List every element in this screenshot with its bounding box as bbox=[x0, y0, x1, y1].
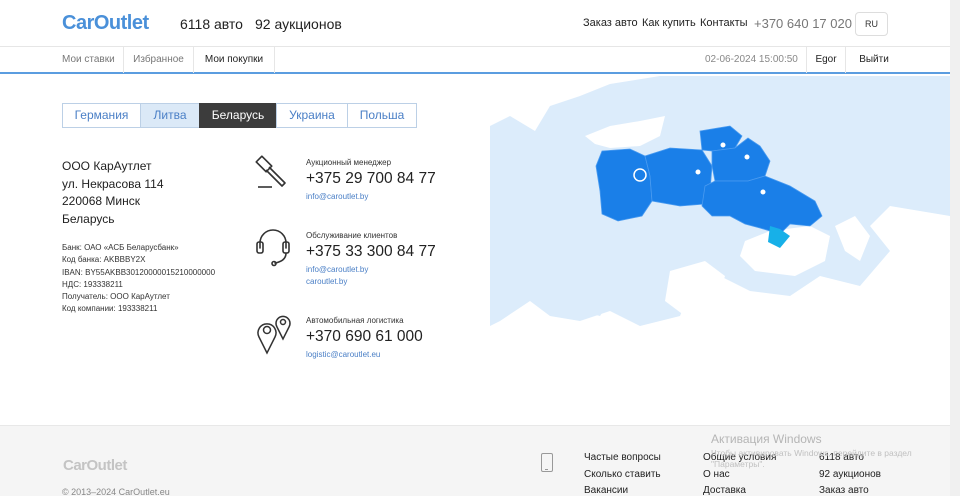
tab-lithuania[interactable]: Литва bbox=[140, 103, 200, 128]
contact-phone[interactable]: +370 690 61 000 bbox=[306, 328, 423, 346]
map-marker bbox=[695, 169, 701, 175]
contact-phone[interactable]: +375 33 300 84 77 bbox=[306, 243, 436, 261]
bank-name: Банк: ОАО «АСБ Беларусбанк» bbox=[62, 243, 179, 252]
tab-ukraine[interactable]: Украина bbox=[276, 103, 348, 128]
company-country: Беларусь bbox=[62, 211, 115, 226]
footer-link-jobs[interactable]: Вакансии bbox=[584, 485, 628, 496]
auctions-count[interactable]: 92 аукционов bbox=[255, 16, 342, 32]
footer-link-auctions[interactable]: 92 аукционов bbox=[819, 469, 881, 480]
header: CarOutlet 6118 авто 92 аукционов Заказ а… bbox=[0, 0, 960, 46]
gavel-icon bbox=[255, 155, 286, 188]
company-address: ООО КарАутлет ул. Некрасова 114 220068 М… bbox=[62, 158, 164, 228]
contact-website[interactable]: caroutlet.by bbox=[306, 277, 436, 286]
bank-recipient: Получатель: ООО КарАутлет bbox=[62, 292, 170, 302]
bank-iban: IBAN: BY55AKBB30120000015210000000 bbox=[62, 267, 216, 277]
logo[interactable]: CarOutlet bbox=[62, 12, 149, 35]
footer-link-about[interactable]: О нас bbox=[703, 469, 730, 480]
contact-phone[interactable]: +375 29 700 84 77 bbox=[306, 170, 436, 188]
map-marker bbox=[760, 189, 766, 195]
footer-link-order-car[interactable]: Заказ авто bbox=[819, 485, 869, 496]
headset-icon bbox=[256, 229, 290, 267]
footer-link-how-much-bid[interactable]: Сколько ставить bbox=[584, 469, 661, 480]
company-street: ул. Некрасова 114 bbox=[62, 176, 164, 191]
tab-poland[interactable]: Польша bbox=[347, 103, 417, 128]
tab-belarus[interactable]: Беларусь bbox=[199, 103, 277, 128]
scrollbar[interactable] bbox=[950, 0, 960, 496]
mobile-phone-icon[interactable] bbox=[541, 453, 553, 472]
contact-auction-manager: Аукционный менеджер +375 29 700 84 77 in… bbox=[306, 158, 436, 201]
nav-order-car[interactable]: Заказ авто bbox=[583, 17, 638, 29]
tab-my-bids[interactable]: Мои ставки bbox=[62, 47, 124, 73]
contact-label: Обслуживание клиентов bbox=[306, 231, 398, 240]
windows-activation-text: Чтобы активировать Windows, перейдите в … bbox=[711, 448, 912, 469]
map-pins-icon bbox=[257, 315, 291, 355]
bank-details: Банк: ОАО «АСБ Беларусбанк» Код банка: A… bbox=[62, 242, 215, 316]
header-phone[interactable]: +370 640 17 020 bbox=[754, 16, 852, 31]
contact-label: Автомобильная логистика bbox=[306, 316, 404, 325]
footer-logo[interactable]: CarOutlet bbox=[63, 457, 127, 474]
contact-customer-service: Обслуживание клиентов +375 33 300 84 77 … bbox=[306, 231, 436, 286]
contact-email[interactable]: info@caroutlet.by bbox=[306, 265, 436, 274]
bank-vat: НДС: 193338211 bbox=[62, 279, 123, 289]
user-name[interactable]: Egor bbox=[806, 47, 846, 73]
windows-activation-title: Активация Windows bbox=[711, 432, 822, 446]
nav-how-to-buy[interactable]: Как купить bbox=[642, 17, 696, 29]
contact-email[interactable]: logistic@caroutlet.eu bbox=[306, 350, 423, 359]
footer-col-help: Частые вопросы Сколько ставить Вакансии bbox=[584, 450, 661, 500]
language-selector[interactable]: RU bbox=[855, 12, 888, 36]
footer-link-delivery[interactable]: Доставка bbox=[703, 485, 746, 496]
contact-logistics: Автомобильная логистика +370 690 61 000 … bbox=[306, 316, 423, 359]
map-marker bbox=[720, 142, 726, 148]
bank-company-code: Код компании: 193338211 bbox=[62, 304, 158, 314]
tab-germany[interactable]: Германия bbox=[62, 103, 141, 128]
company-city: 220068 Минск bbox=[62, 194, 140, 208]
cars-count[interactable]: 6118 авто bbox=[180, 16, 243, 32]
country-tabs: Германия Литва Беларусь Украина Польша bbox=[62, 103, 417, 128]
nav-contacts[interactable]: Контакты bbox=[700, 17, 748, 29]
user-subnav: Мои ставки Избранное Мои покупки 02-06-2… bbox=[0, 46, 950, 74]
contact-email[interactable]: info@caroutlet.by bbox=[306, 192, 436, 201]
footer-link-faq[interactable]: Частые вопросы bbox=[584, 452, 661, 463]
company-name: ООО КарАутлет bbox=[62, 159, 152, 173]
bank-code: Код банка: AKBBBY2X bbox=[62, 255, 146, 265]
logout-button[interactable]: Выйти bbox=[846, 47, 902, 73]
tab-my-purchases[interactable]: Мои покупки bbox=[194, 47, 275, 73]
current-datetime: 02-06-2024 15:00:50 bbox=[705, 54, 798, 65]
tab-favorites[interactable]: Избранное bbox=[124, 47, 194, 73]
contact-label: Аукционный менеджер bbox=[306, 158, 392, 167]
map-marker bbox=[744, 154, 750, 160]
europe-map[interactable] bbox=[490, 76, 950, 326]
map-region-poland bbox=[644, 147, 713, 207]
map-region-germany bbox=[595, 148, 653, 222]
